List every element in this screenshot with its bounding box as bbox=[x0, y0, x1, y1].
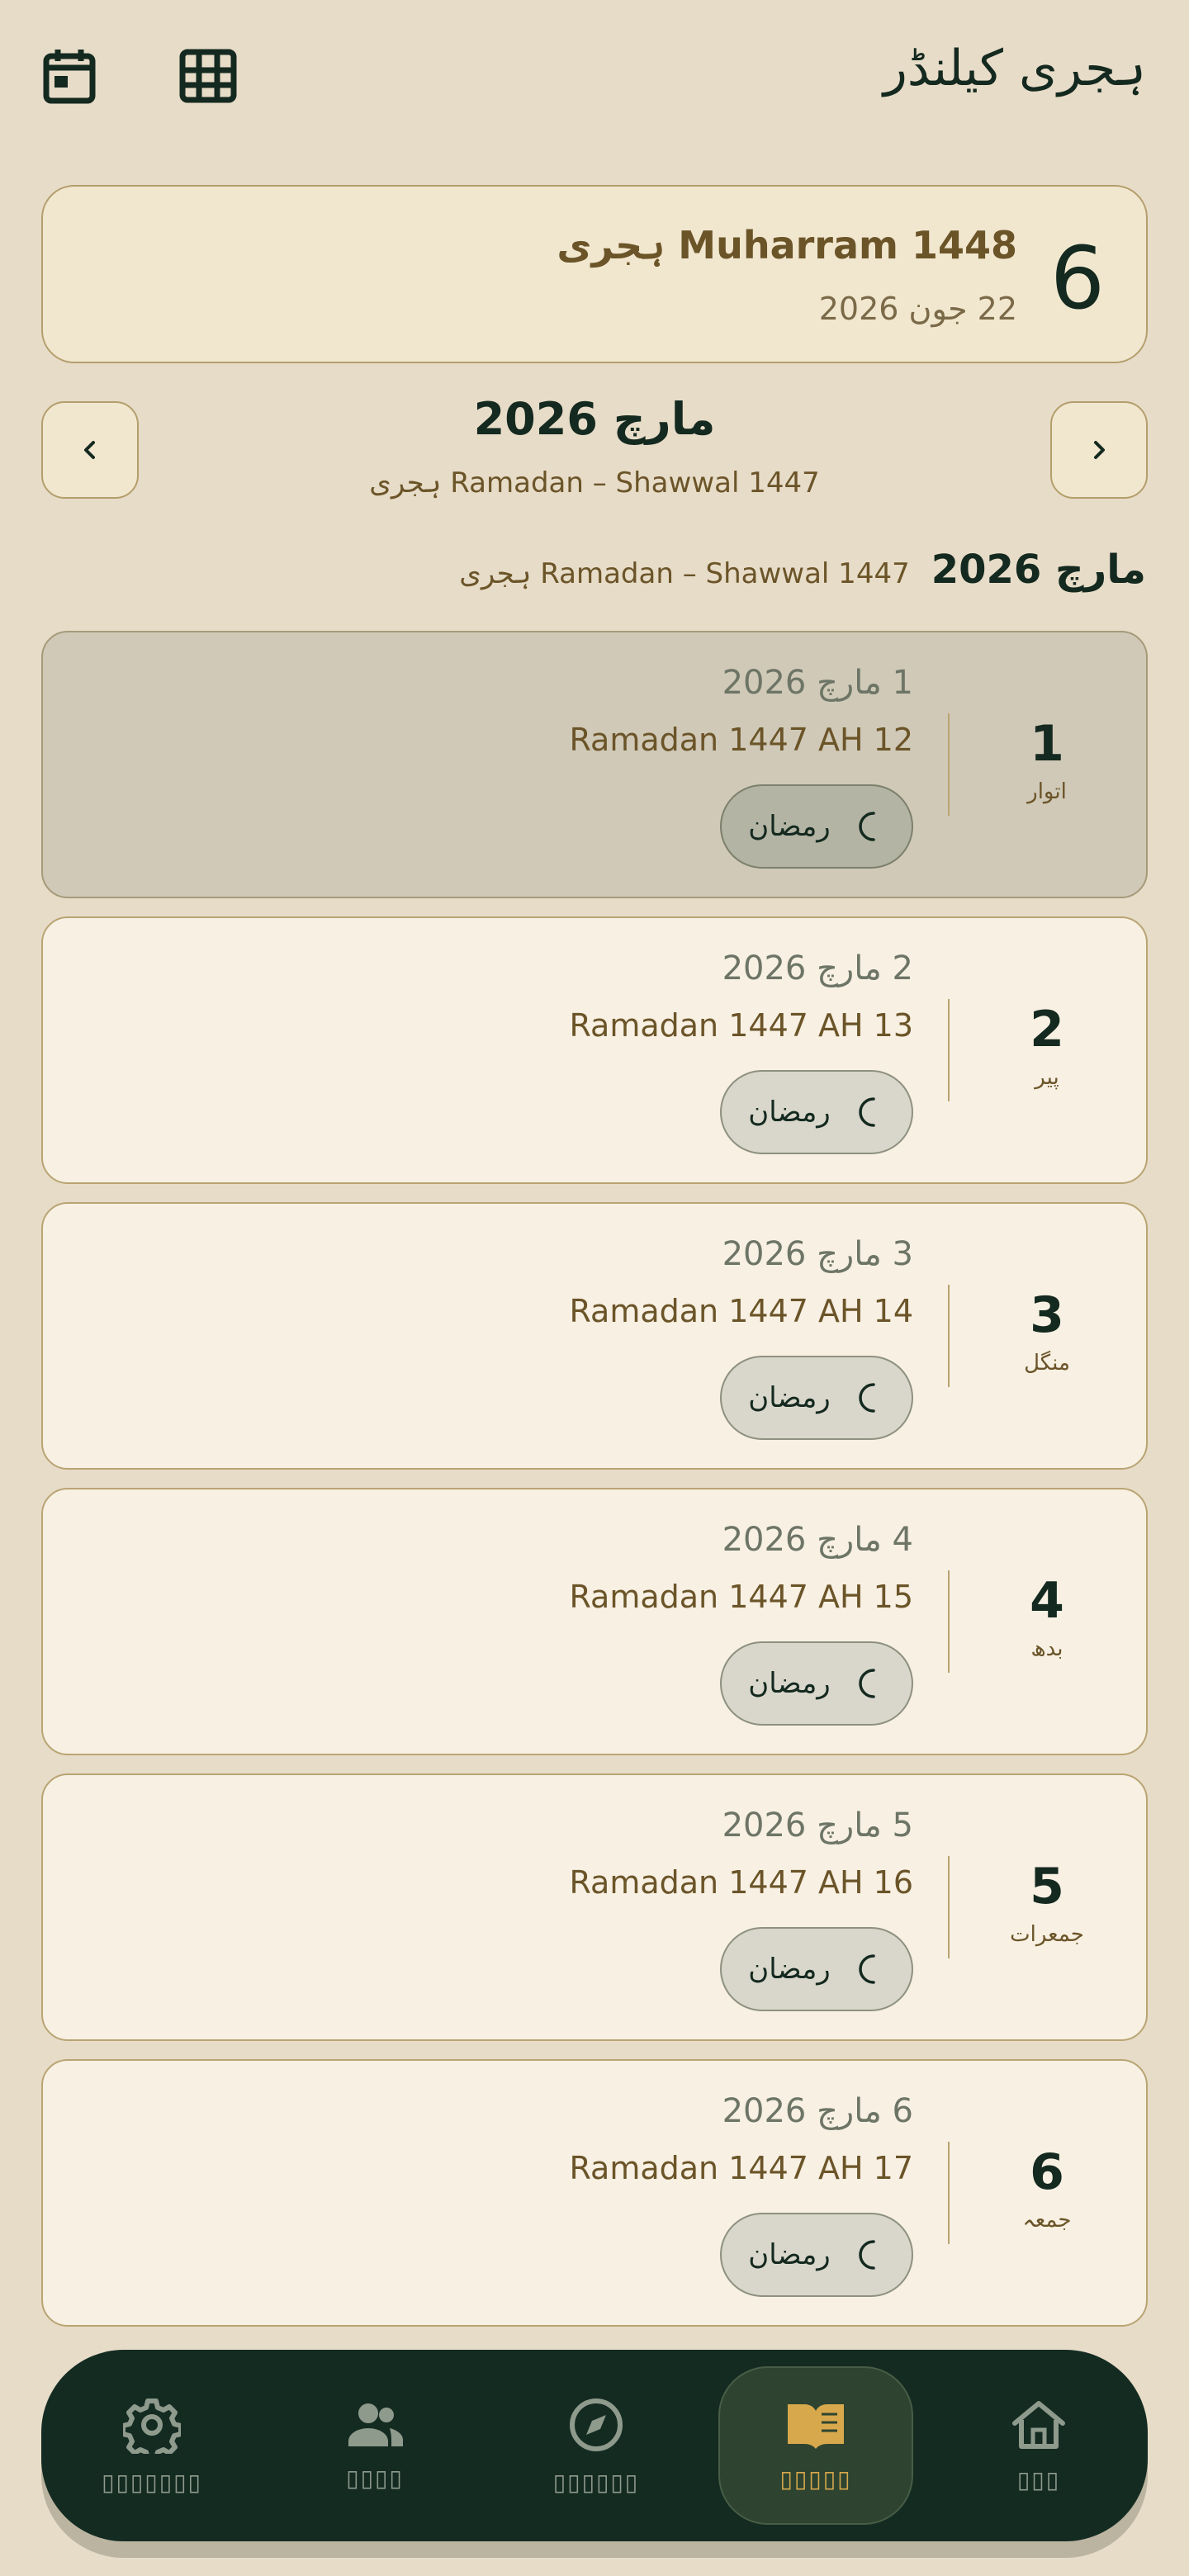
weekday-name: پیر bbox=[1035, 1065, 1059, 1090]
month-badge: رمضان bbox=[720, 784, 913, 869]
previous-month-button[interactable] bbox=[41, 401, 139, 499]
hijri-date: Ramadan 1447 AH 12 bbox=[569, 722, 913, 758]
calendar-icon[interactable] bbox=[36, 43, 102, 109]
month-badge: رمضان bbox=[720, 2213, 913, 2297]
people-icon bbox=[348, 2403, 403, 2446]
crescent-moon-icon bbox=[852, 1667, 885, 1700]
next-month-button[interactable] bbox=[1050, 401, 1148, 499]
badge-label: رمضان bbox=[748, 1953, 831, 1986]
nav-label: ▯▯▯▯▯▯▯ bbox=[102, 2468, 202, 2496]
day-number: 1 bbox=[1030, 715, 1064, 773]
divider bbox=[948, 713, 950, 816]
bottom-navigation: ▯▯▯▯▯▯▯ ▯▯▯▯ ▯▯▯▯▯▯ ▯▯▯▯▯ ▯▯▯ bbox=[41, 2350, 1148, 2541]
day-number: 4 bbox=[1030, 1572, 1064, 1630]
gregorian-date: 3 مارچ 2026 bbox=[722, 1235, 913, 1273]
day-card[interactable]: 1 اتوار 1 مارچ 2026 Ramadan 1447 AH 12 ر… bbox=[41, 631, 1148, 898]
gear-icon bbox=[123, 2398, 181, 2454]
crescent-moon-icon bbox=[852, 1381, 885, 1414]
page-title: ہجری کیلنڈر bbox=[883, 40, 1146, 97]
weekday-name: جمعہ bbox=[1022, 2208, 1072, 2233]
badge-label: رمضان bbox=[748, 1096, 831, 1129]
divider bbox=[948, 1856, 950, 1958]
badge-label: رمضان bbox=[748, 2238, 831, 2271]
divider bbox=[948, 1570, 950, 1673]
weekday-name: جمعرات bbox=[1010, 1922, 1084, 1947]
weekday-name: منگل bbox=[1024, 1351, 1070, 1376]
home-icon bbox=[1012, 2400, 1065, 2449]
month-badge: رمضان bbox=[720, 1070, 913, 1154]
gregorian-date: 6 مارچ 2026 bbox=[722, 2092, 913, 2130]
hijri-date: Ramadan 1447 AH 17 bbox=[569, 2150, 913, 2186]
app-header: ہجری کیلنڈر bbox=[0, 0, 1189, 165]
day-number: 3 bbox=[1030, 1286, 1064, 1344]
grid-icon[interactable] bbox=[175, 43, 241, 109]
month-title: مارچ 2026 bbox=[473, 393, 716, 445]
hijri-date: Ramadan 1447 AH 16 bbox=[569, 1864, 913, 1901]
hijri-date: Ramadan 1447 AH 13 bbox=[569, 1007, 913, 1044]
month-badge: رمضان bbox=[720, 1641, 913, 1726]
gregorian-date: 5 مارچ 2026 bbox=[722, 1807, 913, 1844]
section-month: مارچ 2026 bbox=[931, 547, 1146, 593]
nav-label: ▯▯▯▯ bbox=[346, 2464, 404, 2492]
divider bbox=[948, 999, 950, 1101]
divider bbox=[948, 2142, 950, 2244]
day-number: 5 bbox=[1030, 1858, 1064, 1915]
month-hijri-range: Ramadan – Shawwal 1447 ہجری bbox=[369, 466, 820, 500]
nav-label: ▯▯▯ bbox=[1016, 2465, 1061, 2493]
day-card[interactable]: 5 جمعرات 5 مارچ 2026 Ramadan 1447 AH 16 … bbox=[41, 1773, 1148, 2041]
book-icon bbox=[788, 2403, 844, 2449]
crescent-moon-icon bbox=[852, 1096, 885, 1129]
section-heading: مارچ 2026 Ramadan – Shawwal 1447 ہجری bbox=[459, 547, 1146, 593]
section-hijri-range: Ramadan – Shawwal 1447 ہجری bbox=[459, 557, 910, 590]
badge-label: رمضان bbox=[748, 810, 831, 843]
month-badge: رمضان bbox=[720, 1927, 913, 2011]
nav-label: ▯▯▯▯▯ bbox=[779, 2465, 852, 2493]
gregorian-date: 4 مارچ 2026 bbox=[722, 1521, 913, 1559]
weekday-name: بدھ bbox=[1030, 1636, 1063, 1661]
chevron-left-icon bbox=[84, 441, 95, 459]
divider bbox=[948, 1285, 950, 1387]
nav-settings[interactable]: ▯▯▯▯▯▯▯ bbox=[54, 2366, 249, 2525]
gregorian-date: 2 مارچ 2026 bbox=[722, 949, 913, 987]
hijri-date: Ramadan 1447 AH 15 bbox=[569, 1579, 913, 1615]
nav-explore[interactable]: ▯▯▯▯▯▯ bbox=[499, 2366, 694, 2525]
nav-label: ▯▯▯▯▯▯ bbox=[552, 2468, 640, 2496]
today-gregorian-date: 22 جون 2026 bbox=[818, 291, 1017, 327]
gregorian-date: 1 مارچ 2026 bbox=[722, 664, 913, 702]
compass-icon bbox=[570, 2398, 623, 2451]
day-card[interactable]: 4 بدھ 4 مارچ 2026 Ramadan 1447 AH 15 رمض… bbox=[41, 1488, 1148, 1755]
hijri-date: Ramadan 1447 AH 14 bbox=[569, 1293, 913, 1329]
crescent-moon-icon bbox=[852, 2238, 885, 2271]
today-card[interactable]: 6 Muharram 1448 ہجری 22 جون 2026 bbox=[41, 185, 1148, 363]
today-day-number: 6 bbox=[1049, 228, 1105, 329]
badge-label: رمضان bbox=[748, 1667, 831, 1700]
day-number: 6 bbox=[1030, 2143, 1064, 2201]
crescent-moon-icon bbox=[852, 1953, 885, 1986]
weekday-name: اتوار bbox=[1027, 779, 1067, 804]
nav-people[interactable]: ▯▯▯▯ bbox=[277, 2366, 472, 2525]
day-number: 2 bbox=[1030, 1001, 1064, 1058]
day-card[interactable]: 2 پیر 2 مارچ 2026 Ramadan 1447 AH 13 رمض… bbox=[41, 916, 1148, 1184]
day-card[interactable]: 6 جمعہ 6 مارچ 2026 Ramadan 1447 AH 17 رم… bbox=[41, 2059, 1148, 2327]
day-card[interactable]: 3 منگل 3 مارچ 2026 Ramadan 1447 AH 14 رم… bbox=[41, 1202, 1148, 1470]
today-hijri-date: Muharram 1448 ہجری bbox=[557, 223, 1017, 268]
crescent-moon-icon bbox=[852, 810, 885, 843]
nav-home[interactable]: ▯▯▯ bbox=[941, 2366, 1136, 2525]
nav-calendar[interactable]: ▯▯▯▯▯ bbox=[718, 2366, 913, 2525]
badge-label: رمضان bbox=[748, 1381, 831, 1414]
month-badge: رمضان bbox=[720, 1356, 913, 1440]
chevron-right-icon bbox=[1094, 441, 1105, 459]
